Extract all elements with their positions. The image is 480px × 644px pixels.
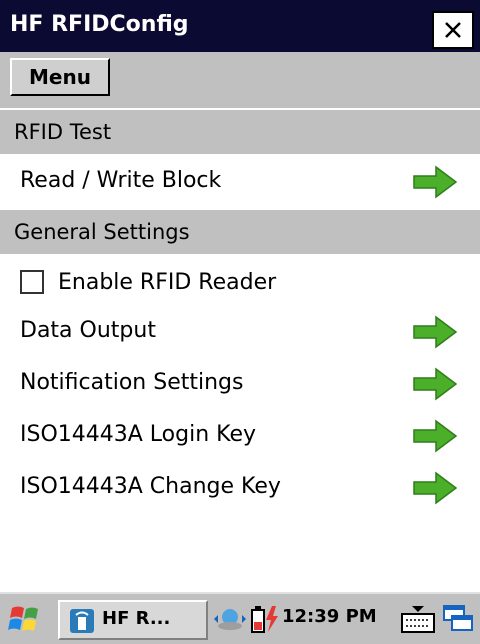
windows-start-icon[interactable] (8, 602, 44, 636)
network-icon[interactable] (212, 604, 248, 634)
close-button[interactable] (432, 11, 474, 49)
item-label: ISO14443A Login Key (20, 422, 257, 447)
item-label: Read / Write Block (20, 168, 222, 193)
right-arrow-icon (413, 419, 458, 453)
list-item-data-output[interactable]: Data Output (0, 306, 480, 356)
rfid-app-icon (70, 609, 94, 633)
clock[interactable]: 12:39 PM (282, 606, 377, 627)
switch-windows-icon[interactable] (440, 602, 476, 636)
window-title: HF RFIDConfig (10, 12, 189, 37)
menu-button[interactable]: Menu (10, 58, 110, 96)
close-icon (445, 22, 461, 38)
item-label: Enable RFID Reader (58, 270, 277, 295)
list-item-read-write-block[interactable]: Read / Write Block (0, 156, 480, 206)
item-label: ISO14443A Change Key (20, 474, 281, 499)
list-item-notification-settings[interactable]: Notification Settings (0, 358, 480, 408)
task-label: HF R... (102, 608, 171, 629)
battery-charging-icon[interactable] (250, 602, 280, 636)
taskbar: HF R... 12:39 PM (0, 592, 480, 644)
item-label: Data Output (20, 318, 156, 343)
right-arrow-icon (413, 367, 458, 401)
keyboard-icon[interactable] (400, 602, 436, 636)
right-arrow-icon (413, 165, 458, 199)
title-bar: HF RFIDConfig (0, 0, 480, 52)
list-item-iso14443a-login-key[interactable]: ISO14443A Login Key (0, 410, 480, 460)
section-header-general-settings: General Settings (0, 210, 480, 254)
enable-rfid-reader-checkbox[interactable] (20, 270, 44, 294)
right-arrow-icon (413, 471, 458, 505)
section-header-rfid-test: RFID Test (0, 110, 480, 154)
right-arrow-icon (413, 315, 458, 349)
task-button-hf-rfidconfig[interactable]: HF R... (58, 600, 208, 640)
list-item-iso14443a-change-key[interactable]: ISO14443A Change Key (0, 462, 480, 512)
item-label: Notification Settings (20, 370, 244, 395)
list-item-enable-rfid-reader[interactable]: Enable RFID Reader (0, 258, 480, 308)
